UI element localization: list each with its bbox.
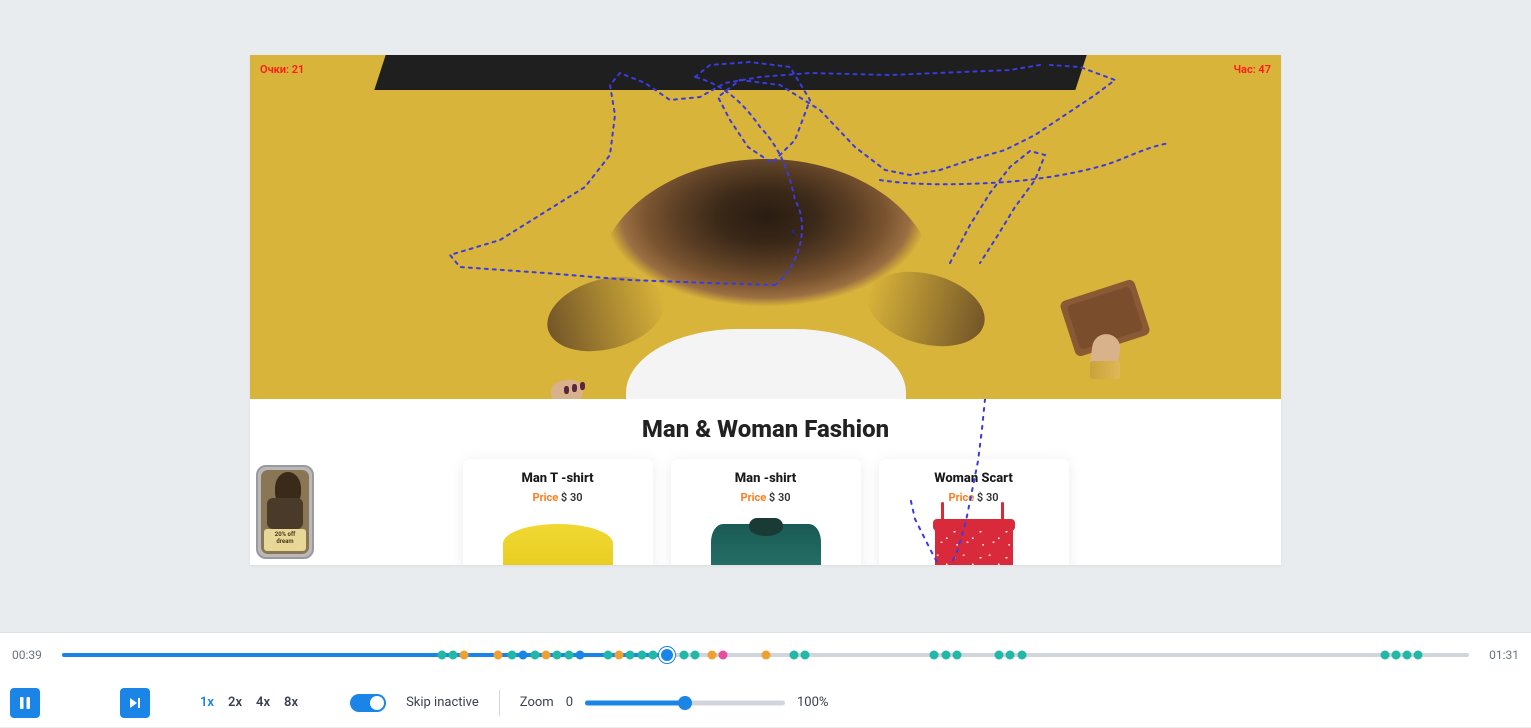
product-image [503, 524, 613, 565]
hero-navbar [374, 55, 1086, 90]
product-card[interactable]: Woman Scart Price $ 30 [879, 459, 1069, 565]
step-forward-icon [128, 696, 142, 710]
price-label: Price [740, 491, 766, 504]
product-title: Man -shirt [679, 471, 853, 486]
timeline-event-teal[interactable] [930, 651, 939, 660]
timeline-event-teal[interactable] [691, 651, 700, 660]
timeline-event-teal[interactable] [789, 651, 798, 660]
zoom-max: 100% [797, 695, 828, 710]
timeline-event-teal[interactable] [564, 651, 573, 660]
zoom-min: 0 [566, 695, 573, 710]
timeline-event-orange[interactable] [494, 651, 503, 660]
timeline-event-blue[interactable] [519, 651, 528, 660]
timeline-event-orange[interactable] [708, 651, 717, 660]
timeline-event-teal[interactable] [952, 651, 961, 660]
promo-text2: dream [276, 538, 293, 545]
speed-selector: 1x 2x 4x 8x [198, 693, 300, 712]
timeline-thumb[interactable] [659, 647, 675, 663]
timeline-event-teal[interactable] [1380, 651, 1389, 660]
timeline-event-teal[interactable] [553, 651, 562, 660]
current-time: 00:39 [12, 648, 48, 662]
price-value: $ 30 [977, 491, 999, 504]
timeline-event-teal[interactable] [995, 651, 1004, 660]
price-label: Price [532, 491, 558, 504]
hero-person-image [416, 159, 1116, 399]
product-row: Man T -shirt Price $ 30 Man -shirt Price… [250, 459, 1281, 565]
skip-inactive-label: Skip inactive [406, 695, 479, 710]
speed-option-4x[interactable]: 4x [254, 693, 272, 712]
zoom-slider[interactable] [585, 695, 785, 711]
price-label: Price [948, 491, 974, 504]
zoom-control: Zoom 0 100% [520, 695, 829, 711]
promo-thumbnail[interactable]: 20% offdream [256, 465, 314, 559]
timeline-event-blue[interactable] [575, 651, 584, 660]
timeline-event-teal[interactable] [941, 651, 950, 660]
overlay-time: Час: 47 [1233, 63, 1271, 76]
timeline-event-teal[interactable] [800, 651, 809, 660]
timeline-event-orange[interactable] [460, 651, 469, 660]
timeline-event-teal[interactable] [1006, 651, 1015, 660]
price-value: $ 30 [561, 491, 583, 504]
product-image [935, 524, 1013, 565]
hero-banner: Очки: 21 Час: 47 ↖ [250, 55, 1281, 399]
product-title: Woman Scart [887, 471, 1061, 486]
timeline-event-teal[interactable] [626, 651, 635, 660]
product-title: Man T -shirt [471, 471, 645, 486]
timeline-event-orange[interactable] [615, 651, 624, 660]
separator [499, 690, 500, 716]
zoom-label: Zoom [520, 695, 554, 710]
product-card[interactable]: Man T -shirt Price $ 30 [463, 459, 653, 565]
speed-option-2x[interactable]: 2x [226, 693, 244, 712]
pause-icon [18, 696, 32, 710]
product-card[interactable]: Man -shirt Price $ 30 [671, 459, 861, 565]
timeline-event-orange[interactable] [542, 651, 551, 660]
session-viewport: Очки: 21 Час: 47 ↖ Man & Woman Fas [250, 55, 1281, 565]
total-time: 01:31 [1483, 648, 1519, 662]
pause-button[interactable] [10, 688, 40, 718]
skip-inactive-toggle[interactable] [350, 694, 386, 712]
overlay-score: Очки: 21 [260, 63, 304, 76]
timeline-event-teal[interactable] [530, 651, 539, 660]
speed-option-8x[interactable]: 8x [282, 693, 300, 712]
price-value: $ 30 [769, 491, 791, 504]
product-image [711, 524, 821, 565]
timeline-event-teal[interactable] [1017, 651, 1026, 660]
promo-text1: 20% off [275, 531, 296, 538]
section-title: Man & Woman Fashion [250, 409, 1281, 459]
timeline-event-teal[interactable] [637, 651, 646, 660]
timeline-event-teal[interactable] [1414, 651, 1423, 660]
timeline-event-pink[interactable] [719, 651, 728, 660]
step-forward-button[interactable] [120, 688, 150, 718]
timeline-event-teal[interactable] [679, 651, 688, 660]
timeline-event-teal[interactable] [603, 651, 612, 660]
timeline-event-teal[interactable] [508, 651, 517, 660]
timeline-event-teal[interactable] [1391, 651, 1400, 660]
timeline-event-teal[interactable] [437, 651, 446, 660]
timeline-track[interactable] [62, 646, 1469, 664]
player-controls: 00:39 01:31 1x 2x 4x 8x Skip inactive Zoom … [0, 632, 1531, 727]
cursor-icon: ↖ [790, 226, 800, 240]
timeline-event-teal[interactable] [648, 651, 657, 660]
timeline-event-orange[interactable] [761, 651, 770, 660]
timeline-event-teal[interactable] [449, 651, 458, 660]
zoom-thumb[interactable] [678, 696, 692, 710]
timeline-event-teal[interactable] [1403, 651, 1412, 660]
speed-option-1x[interactable]: 1x [198, 693, 216, 712]
